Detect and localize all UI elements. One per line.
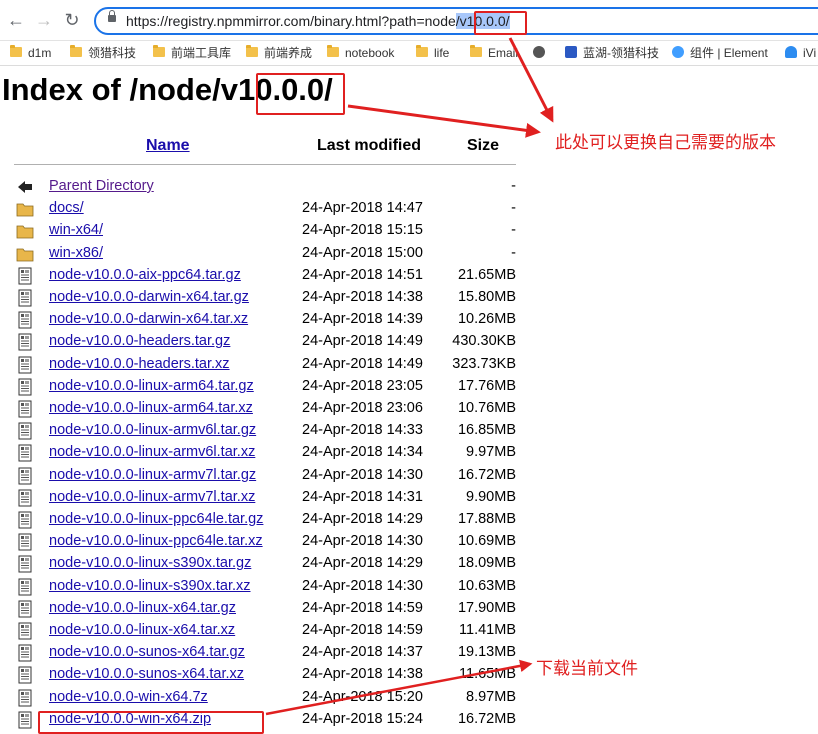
- annotation-arrows: [265, 37, 554, 716]
- arrow-from-zip: [265, 659, 533, 716]
- arrow-from-title: [347, 104, 541, 138]
- arrow-from-url: [508, 37, 554, 123]
